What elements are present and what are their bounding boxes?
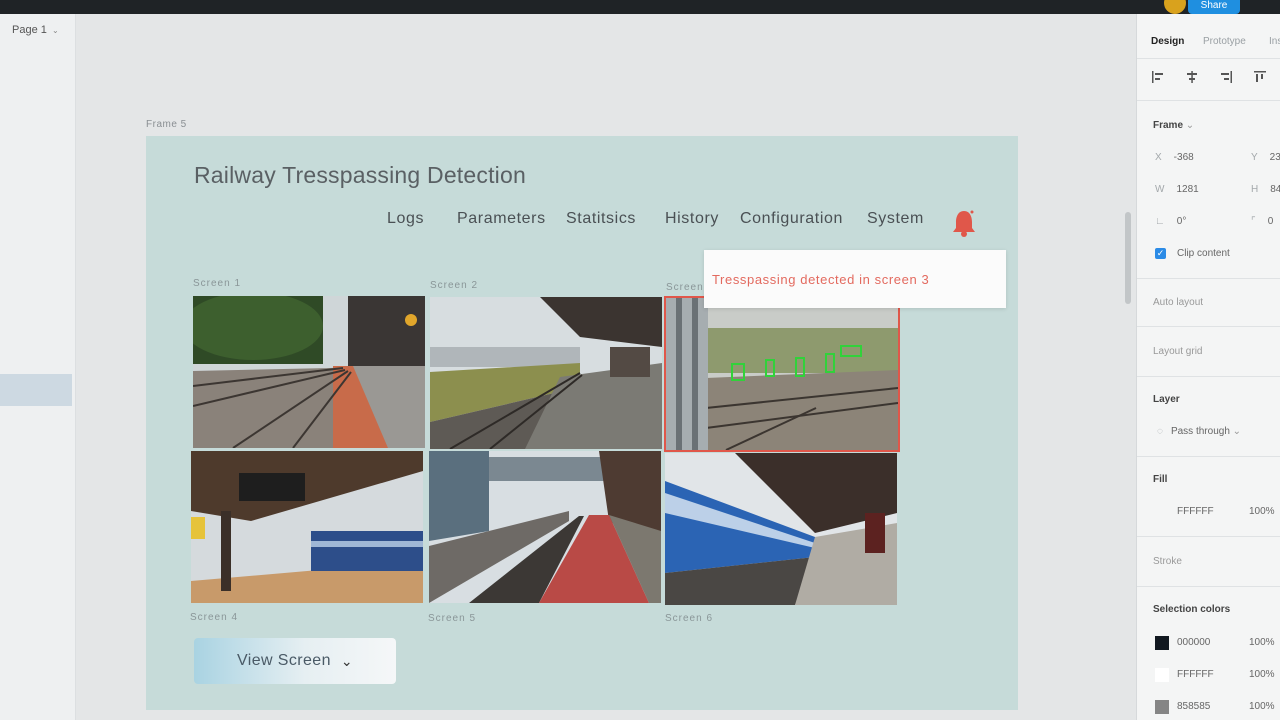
divider xyxy=(1137,326,1280,327)
height-label: H xyxy=(1251,184,1259,195)
layers-panel: Page 1 ⌄ xyxy=(0,14,76,720)
chevron-down-icon: ⌄ xyxy=(1185,120,1195,131)
camera-feed-1[interactable] xyxy=(193,296,425,448)
nav-parameters[interactable]: Parameters xyxy=(457,210,546,228)
screen-label-5: Screen 5 xyxy=(428,613,477,624)
divider xyxy=(1137,100,1280,101)
screen-label-4: Screen 4 xyxy=(190,612,239,623)
properties-panel: Design Prototype Ins Frame ⌄ X -368 Y 23 W… xyxy=(1136,14,1280,720)
page-label: Page 1 xyxy=(12,24,47,36)
height-value: 84 xyxy=(1270,184,1280,195)
divider xyxy=(1137,278,1280,279)
chevron-down-icon: ⌄ xyxy=(51,26,59,35)
color-opacity-3[interactable]: 100% xyxy=(1249,701,1275,712)
y-value: 23 xyxy=(1269,152,1280,163)
divider xyxy=(1137,536,1280,537)
chevron-down-icon: ⌄ xyxy=(1232,426,1242,437)
color-swatch-white[interactable] xyxy=(1155,668,1169,682)
y-field[interactable]: Y 23 xyxy=(1251,152,1280,163)
layer-section-title: Layer xyxy=(1153,394,1180,405)
nav-system[interactable]: System xyxy=(867,210,924,228)
app-frame[interactable]: Railway Tresspassing Detection Logs Para… xyxy=(146,136,1018,710)
width-label: W xyxy=(1155,184,1165,195)
width-field[interactable]: W 1281 xyxy=(1155,184,1199,195)
fill-color-value[interactable]: FFFFFF xyxy=(1177,506,1214,517)
stroke-section[interactable]: Stroke xyxy=(1153,556,1182,567)
fill-opacity-value[interactable]: 100% xyxy=(1249,506,1275,517)
view-screen-label: View Screen xyxy=(236,652,331,669)
color-swatch-black[interactable] xyxy=(1155,636,1169,650)
camera-feed-5[interactable] xyxy=(429,451,661,603)
camera-feed-2[interactable] xyxy=(430,297,662,449)
auto-layout-section[interactable]: Auto layout xyxy=(1153,297,1203,308)
camera-feed-3-alert[interactable] xyxy=(664,296,900,452)
y-label: Y xyxy=(1251,152,1258,163)
page-title: Railway Tresspassing Detection xyxy=(194,162,526,188)
blend-mode-select[interactable]: ◌ Pass through ⌄ xyxy=(1157,426,1241,437)
corner-radius-field[interactable]: ⌜ 0 xyxy=(1251,216,1273,227)
view-screen-button[interactable]: View Screen ⌄ xyxy=(194,638,396,684)
tab-prototype[interactable]: Prototype xyxy=(1203,36,1246,47)
corner-radius-value: 0 xyxy=(1267,216,1274,227)
color-hex-1[interactable]: 000000 xyxy=(1177,637,1210,648)
nav-configuration[interactable]: Configuration xyxy=(740,210,843,228)
align-center-icon[interactable] xyxy=(1185,70,1199,84)
corner-radius-icon: ⌜ xyxy=(1251,216,1256,227)
screen-label-6: Screen 6 xyxy=(665,613,714,624)
color-opacity-1[interactable]: 100% xyxy=(1249,637,1275,648)
bell-icon[interactable] xyxy=(950,208,978,238)
screen-label-2: Screen 2 xyxy=(430,280,479,291)
x-label: X xyxy=(1155,152,1162,163)
blend-mode-value: Pass through xyxy=(1170,426,1230,437)
color-opacity-2[interactable]: 100% xyxy=(1249,669,1275,680)
camera-feed-4[interactable] xyxy=(191,451,423,603)
x-value: -368 xyxy=(1173,152,1194,163)
page-selector[interactable]: Page 1 ⌄ xyxy=(12,24,59,36)
screen-label-1: Screen 1 xyxy=(193,278,242,289)
divider xyxy=(1137,376,1280,377)
alert-notification-text: Tresspassing detected in screen 3 xyxy=(712,272,930,287)
color-hex-2[interactable]: FFFFFF xyxy=(1177,669,1214,680)
alert-notification[interactable]: Tresspassing detected in screen 3 xyxy=(704,250,1006,308)
rotation-icon: ∟ xyxy=(1155,216,1165,227)
share-button[interactable]: Share xyxy=(1188,0,1240,14)
user-avatar[interactable] xyxy=(1164,0,1186,14)
rotation-field[interactable]: ∟ 0° xyxy=(1155,216,1186,227)
layout-grid-section[interactable]: Layout grid xyxy=(1153,346,1202,357)
nav-history[interactable]: History xyxy=(665,210,719,228)
frame-section-label: Frame xyxy=(1153,120,1184,131)
top-toolbar: Share xyxy=(0,0,1280,14)
selected-layer-row[interactable] xyxy=(0,374,72,406)
selection-colors-title: Selection colors xyxy=(1153,604,1231,615)
nav-statistics[interactable]: Statitsics xyxy=(566,210,636,228)
align-left-icon[interactable] xyxy=(1151,70,1165,84)
align-right-icon[interactable] xyxy=(1219,70,1233,84)
divider xyxy=(1137,586,1280,587)
chevron-down-icon: ⌄ xyxy=(340,652,354,669)
nav-logs[interactable]: Logs xyxy=(387,210,424,228)
height-field[interactable]: H 84 xyxy=(1251,184,1280,195)
align-top-icon[interactable] xyxy=(1253,70,1267,84)
tab-inspect[interactable]: Ins xyxy=(1269,36,1280,47)
rotation-value: 0° xyxy=(1176,216,1187,227)
fill-section-title: Fill xyxy=(1153,474,1168,485)
canvas-scrollbar[interactable] xyxy=(1125,212,1131,304)
alignment-toolbar xyxy=(1151,70,1271,86)
clip-content-label: Clip content xyxy=(1177,248,1230,259)
clip-content-checkbox[interactable]: ✓ xyxy=(1155,248,1166,259)
tab-design[interactable]: Design xyxy=(1151,36,1184,47)
color-hex-3[interactable]: 858585 xyxy=(1177,701,1210,712)
blend-mode-icon: ◌ xyxy=(1157,426,1163,437)
frame-section-title[interactable]: Frame ⌄ xyxy=(1153,120,1194,131)
camera-feed-6[interactable] xyxy=(665,453,897,605)
divider xyxy=(1137,456,1280,457)
frame-label[interactable]: Frame 5 xyxy=(146,119,187,130)
divider xyxy=(1137,58,1280,59)
x-field[interactable]: X -368 xyxy=(1155,152,1194,163)
width-value: 1281 xyxy=(1176,184,1199,195)
color-swatch-gray[interactable] xyxy=(1155,700,1169,714)
